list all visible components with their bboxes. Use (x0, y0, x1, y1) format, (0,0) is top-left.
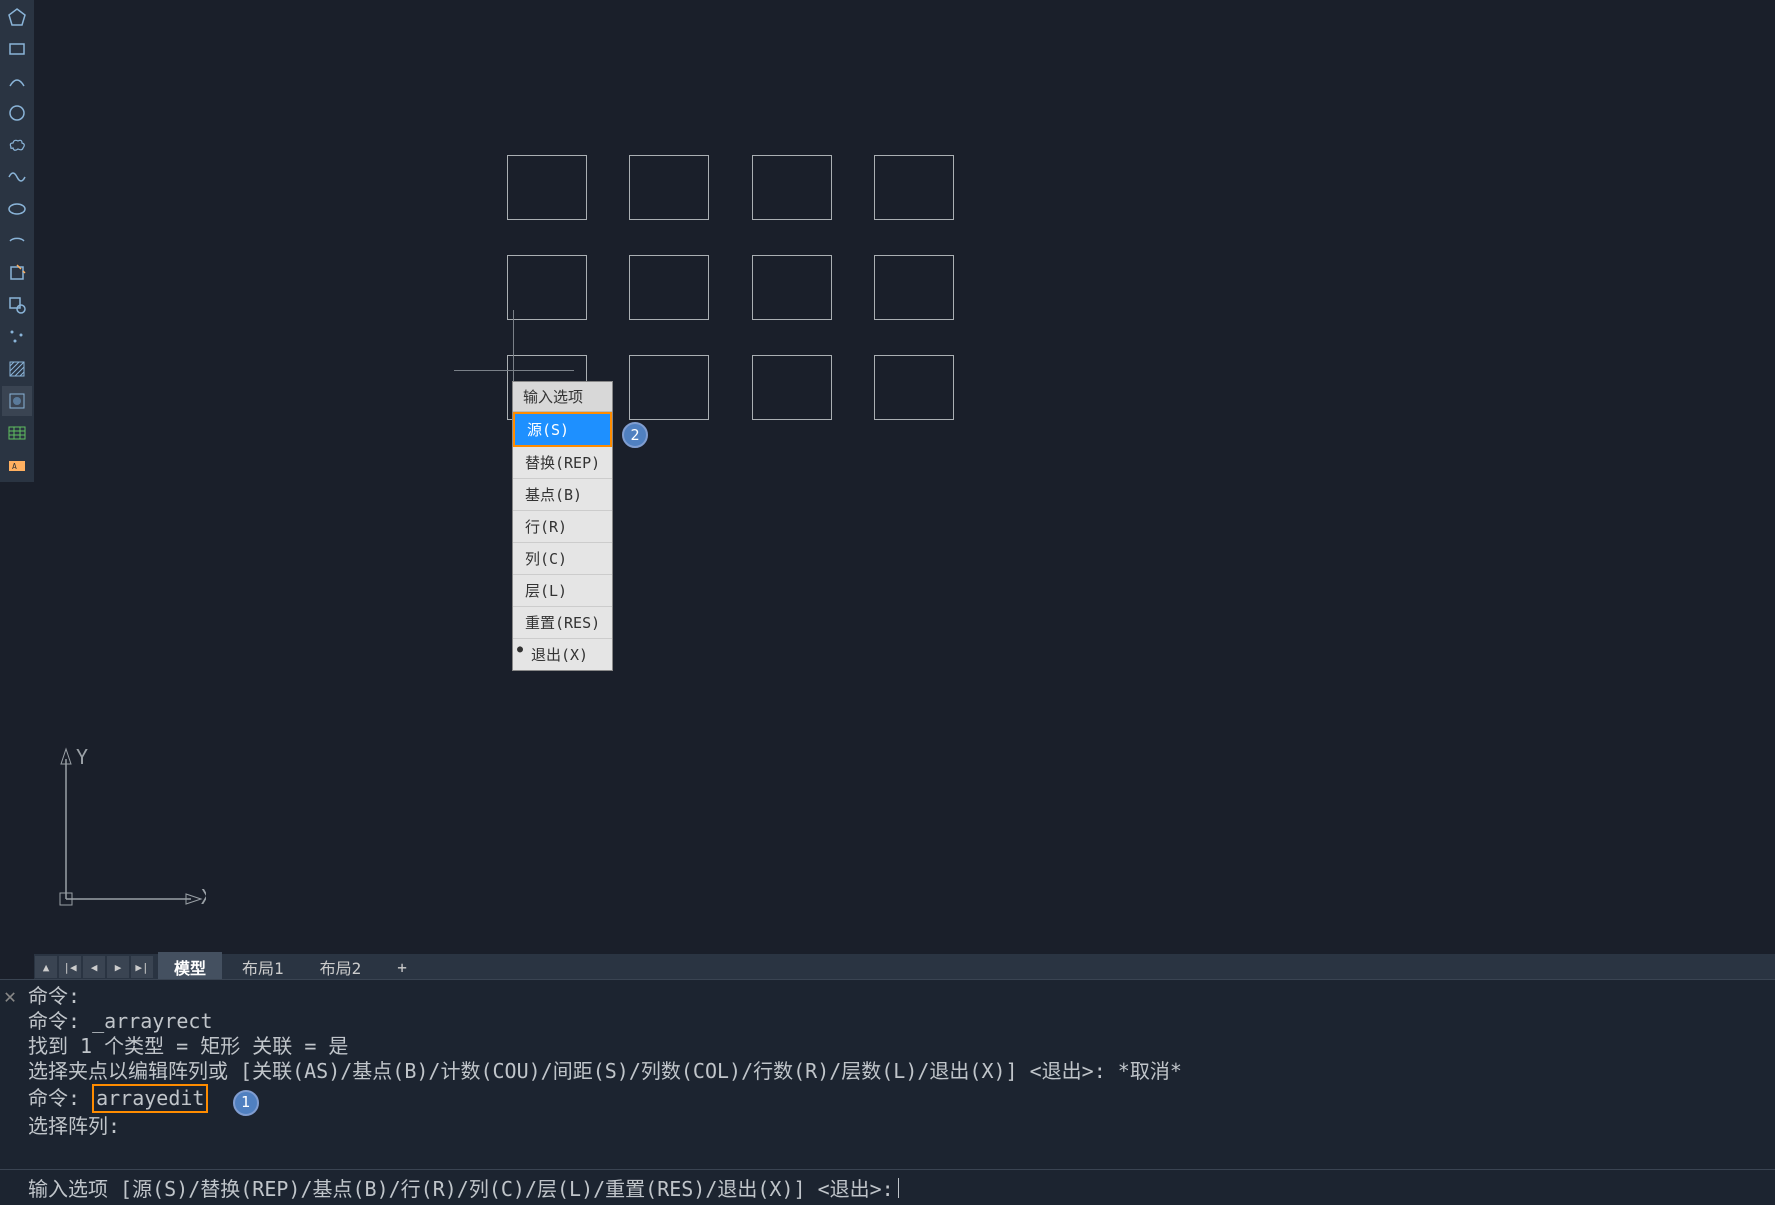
annotation-badge-1: 1 (233, 1090, 259, 1116)
text-cursor (898, 1178, 899, 1198)
ctx-item-basepoint[interactable]: 基点(B) (513, 479, 612, 511)
array-rect (629, 155, 709, 220)
array-rect (629, 355, 709, 420)
command-prompt-text: 输入选项 [源(S)/替换(REP)/基点(B)/行(R)/列(C)/层(L)/… (28, 1173, 894, 1202)
polygon-tool[interactable] (2, 2, 32, 32)
ellipse-tool[interactable] (2, 194, 32, 224)
arc-tool[interactable] (2, 66, 32, 96)
svg-text:Y: Y (76, 745, 88, 769)
array-rect (752, 355, 832, 420)
cmd-prefix: 命令: (28, 1086, 80, 1110)
gradient-tool[interactable] (2, 386, 32, 416)
svg-text:X: X (201, 885, 206, 909)
array-edit-context-menu: 输入选项 源(S) 替换(REP) 基点(B) 行(R) 列(C) 层(L) 重… (512, 381, 613, 671)
svg-text:A: A (12, 462, 17, 471)
cmd-line: 选择阵列: (28, 1114, 1769, 1139)
ellipse-arc-tool[interactable] (2, 226, 32, 256)
cmd-line: 找到 1 个类型 = 矩形 关联 = 是 (28, 1034, 1769, 1059)
array-rect (507, 155, 587, 220)
tab-add[interactable]: + (381, 955, 423, 980)
ctx-item-replace[interactable]: 替换(REP) (513, 447, 612, 479)
ucs-axes-icon: Y X (46, 739, 206, 919)
ctx-item-reset[interactable]: 重置(RES) (513, 607, 612, 639)
annotation-badge-2: 2 (622, 422, 648, 448)
cmd-highlighted-arrayedit: arrayedit (92, 1084, 208, 1113)
command-input-bar[interactable]: 输入选项 [源(S)/替换(REP)/基点(B)/行(R)/列(C)/层(L)/… (0, 1169, 1775, 1205)
table-tool[interactable] (2, 418, 32, 448)
cmd-line: 命令: (28, 984, 1769, 1009)
ctx-item-levels[interactable]: 层(L) (513, 575, 612, 607)
cmd-line: 命令: arrayedit 1 (28, 1084, 1769, 1114)
array-rect (752, 255, 832, 320)
tab-menu-button[interactable]: ▲ (35, 956, 57, 978)
tab-next-button[interactable]: ▶ (107, 956, 129, 978)
array-rect (507, 255, 587, 320)
tab-layout1[interactable]: 布局1 (226, 952, 300, 982)
ctx-item-rows[interactable]: 行(R) (513, 511, 612, 543)
layout-tabs-bar: ▲ |◀ ◀ ▶ ▶| 模型 布局1 布局2 + (34, 954, 1775, 980)
tab-layout2[interactable]: 布局2 (304, 952, 378, 982)
cmd-line: 命令: _arrayrect (28, 1009, 1769, 1034)
cursor-crosshair-h (454, 370, 574, 371)
ctx-item-source[interactable]: 源(S) (513, 412, 612, 447)
tab-first-button[interactable]: |◀ (59, 956, 81, 978)
tab-prev-button[interactable]: ◀ (83, 956, 105, 978)
context-menu-header: 输入选项 (513, 382, 612, 412)
hatch-tool[interactable] (2, 354, 32, 384)
array-rect (874, 255, 954, 320)
revision-cloud-tool[interactable] (2, 130, 32, 160)
circle-tool[interactable] (2, 98, 32, 128)
close-command-panel-icon[interactable]: ✕ (4, 984, 16, 1009)
command-history-panel: ✕ 命令: 命令: _arrayrect 找到 1 个类型 = 矩形 关联 = … (0, 979, 1775, 1169)
array-rect (874, 355, 954, 420)
spline-tool[interactable] (2, 162, 32, 192)
array-rect (874, 155, 954, 220)
text-tool[interactable]: A (2, 450, 32, 480)
drawing-canvas[interactable]: 输入选项 源(S) 替换(REP) 基点(B) 行(R) 列(C) 层(L) 重… (34, 0, 1775, 925)
cmd-line: 选择夹点以编辑阵列或 [关联(AS)/基点(B)/计数(COU)/间距(S)/列… (28, 1059, 1769, 1084)
point-tool[interactable] (2, 322, 32, 352)
insert-block-tool[interactable] (2, 258, 32, 288)
array-rect (629, 255, 709, 320)
rectangle-tool[interactable] (2, 34, 32, 64)
tab-last-button[interactable]: ▶| (131, 956, 153, 978)
ctx-item-exit[interactable]: 退出(X) (513, 639, 612, 670)
array-rect (752, 155, 832, 220)
make-block-tool[interactable] (2, 290, 32, 320)
ctx-item-columns[interactable]: 列(C) (513, 543, 612, 575)
tab-model[interactable]: 模型 (158, 952, 222, 982)
left-toolbar: A (0, 0, 34, 482)
